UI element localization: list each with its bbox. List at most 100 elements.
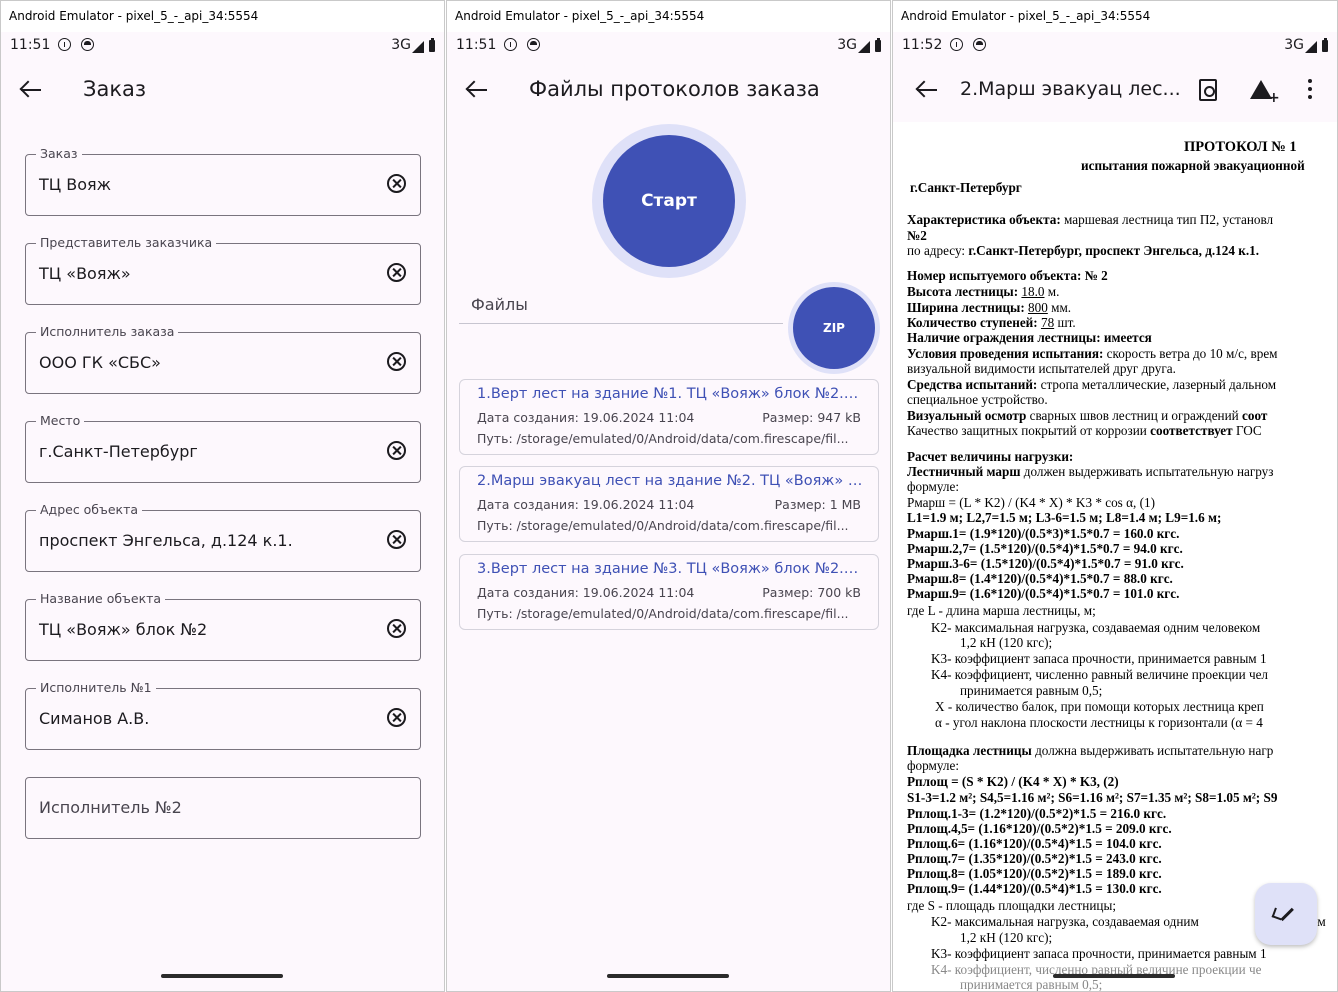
network-label: 3G	[391, 37, 411, 53]
doc-line: формуле:	[907, 758, 959, 773]
doc-line: K3- коэффициент запаса прочности, приним…	[931, 651, 1267, 666]
window-title: Android Emulator - pixel_5_-_api_34:5554	[447, 1, 890, 32]
address-field[interactable]: Адрес объекта проспект Энгельса, д.124 к…	[25, 502, 421, 572]
file-path: Путь: /storage/emulated/0/Android/data/c…	[477, 518, 849, 533]
clear-icon[interactable]	[387, 530, 406, 549]
clear-icon[interactable]	[387, 441, 406, 460]
doc-line: Pмарш = (L * K2) / (K4 * X) * K3 * cos α…	[907, 495, 1155, 510]
status-icons	[504, 38, 540, 51]
status-time: 11:52	[902, 37, 943, 53]
doc-city: г.Санкт-Петербург	[910, 180, 1022, 195]
pdf-page[interactable]: ПРОТОКОЛ № 1 испытания пожарной эвакуаци…	[893, 122, 1337, 991]
zip-button[interactable]: ZIP	[793, 287, 875, 369]
doc-line: K3- коэффициент запаса прочности, приним…	[931, 946, 1267, 961]
doc-line: Ширина лестницы: 800 мм.	[907, 300, 1072, 315]
doc-line: Pмарш.2,7= (1.5*120)/(0.5*4)*1.5*0.7 = 9…	[907, 541, 1183, 556]
doc-line: K2- максимальная нагрузка, создаваемая о…	[931, 914, 1199, 929]
doc-line: Качество защитных покрытий от коррозии с…	[907, 423, 1262, 438]
place-field[interactable]: Место г.Санкт-Петербург	[25, 413, 421, 483]
file-name: 1.Верт лест на здание №1. ТЦ «Вояж» блок…	[477, 386, 867, 402]
doc-line: S1-3=1.2 м²; S4,5=1.16 м²; S6=1.16 м²; S…	[907, 790, 1278, 805]
field-label: Место	[36, 413, 85, 428]
doc-subheading: испытания пожарной эвакуационной	[1081, 158, 1305, 173]
clear-icon[interactable]	[387, 174, 406, 193]
page-title: Заказ	[83, 77, 147, 101]
find-in-page-icon[interactable]	[1199, 79, 1217, 101]
field-label: Представитель заказчика	[36, 235, 217, 250]
file-size: Размер: 1 MB	[774, 497, 861, 512]
back-arrow-icon[interactable]	[915, 80, 939, 100]
field-placeholder: Исполнитель №2	[39, 798, 182, 817]
doc-line: 1,2 кН (120 кгс);	[960, 930, 1053, 945]
back-arrow-icon[interactable]	[465, 80, 489, 100]
doc-line: Pплощ = (S * K2) / (K4 * X) * K3, (2)	[907, 774, 1119, 789]
file-path: Путь: /storage/emulated/0/Android/data/c…	[477, 431, 849, 446]
page-title: Файлы протоколов заказа	[529, 77, 820, 101]
signal-icon	[1305, 41, 1317, 53]
notification-icon	[527, 38, 540, 51]
clear-icon[interactable]	[387, 619, 406, 638]
doc-line: Pмарш.9= (1.6*120)/(0.5*4)*1.5*0.7 = 101…	[907, 586, 1180, 601]
more-vert-icon[interactable]	[1308, 79, 1312, 103]
doc-line: Условия проведения испытания: скорость в…	[907, 346, 1278, 361]
battery-icon	[429, 38, 435, 52]
doc-line: принимается равным 0,5;	[960, 683, 1103, 698]
doc-line: L1=1.9 м; L2,7=1.5 м; L3-6=1.5 м; L8=1.4…	[907, 510, 1222, 525]
order-screen: Android Emulator - pixel_5_-_api_34:5554…	[0, 0, 445, 992]
zip-button-halo: ZIP	[788, 282, 880, 374]
start-button[interactable]: Старт	[603, 135, 735, 267]
field-label: Исполнитель заказа	[36, 324, 179, 339]
executor-2-field[interactable]: Исполнитель №2	[25, 777, 421, 839]
doc-line: Номер испытуемого объекта: № 2	[907, 268, 1108, 283]
info-icon	[58, 38, 71, 51]
network-label: 3G	[1284, 37, 1304, 53]
doc-line: K2- максимальная нагрузка, создаваемая о…	[931, 620, 1261, 635]
clear-icon[interactable]	[387, 708, 406, 727]
field-label: Название объекта	[36, 591, 166, 606]
status-time: 11:51	[456, 37, 497, 53]
file-date: Дата создания: 19.06.2024 11:04	[477, 497, 695, 512]
field-label: Исполнитель №1	[36, 680, 156, 695]
gesture-nav-bar[interactable]	[607, 974, 729, 978]
back-arrow-icon[interactable]	[19, 80, 43, 100]
doc-line: α - угол наклона плоскости лестницы к го…	[935, 715, 1263, 730]
file-size: Размер: 700 kB	[762, 585, 861, 600]
executor-1-field[interactable]: Исполнитель №1 Симанов А.В.	[25, 680, 421, 750]
doc-line: Pмарш.3-6= (1.5*120)/(0.5*4)*1.5*0.7 = 9…	[907, 556, 1184, 571]
status-bar: 11:52 3G	[893, 32, 1337, 60]
edit-pen-icon[interactable]	[1255, 883, 1317, 945]
field-label: Адрес объекта	[36, 502, 143, 517]
doc-heading: ПРОТОКОЛ № 1	[1184, 139, 1297, 155]
pdf-viewer-screen: Android Emulator - pixel_5_-_api_34:5554…	[892, 0, 1338, 992]
doc-line: Pплощ.7= (1.35*120)/(0.5*2)*1.5 = 243.0 …	[907, 851, 1162, 866]
gesture-nav-bar[interactable]	[161, 974, 283, 978]
field-value: ТЦ Вояж	[39, 175, 112, 194]
customer-rep-field[interactable]: Представитель заказчика ТЦ «Вояж»	[25, 235, 421, 305]
start-button-halo: Старт	[592, 124, 746, 278]
clear-icon[interactable]	[387, 352, 406, 371]
notification-icon	[81, 38, 94, 51]
status-bar: 11:51 3G	[1, 32, 444, 60]
doc-line: Наличие ограждения лестницы: имеется	[907, 330, 1152, 345]
plus-icon: +	[1268, 90, 1280, 106]
doc-line: по адресу: г.Санкт-Петербург, проспект Э…	[907, 243, 1260, 258]
doc-line: X - количество балок, при помощи которых…	[935, 699, 1264, 714]
file-card[interactable]: 1.Верт лест на здание №1. ТЦ «Вояж» блок…	[459, 379, 879, 455]
status-bar: 11:51 3G	[447, 32, 890, 60]
doc-line: Pплощ.8= (1.05*120)/(0.5*2)*1.5 = 189.0 …	[907, 866, 1162, 881]
order-field[interactable]: Заказ ТЦ Вояж	[25, 146, 421, 216]
doc-line: Средства испытаний: стропа металлические…	[907, 377, 1277, 392]
file-card[interactable]: 3.Верт лест на здание №3. ТЦ «Вояж» блок…	[459, 554, 879, 630]
file-card[interactable]: 2.Марш эвакуац лест на здание №2. ТЦ «Во…	[459, 466, 879, 542]
object-name-field[interactable]: Название объекта ТЦ «Вояж» блок №2	[25, 591, 421, 661]
file-date: Дата создания: 19.06.2024 11:04	[477, 585, 695, 600]
info-icon	[950, 38, 963, 51]
gesture-nav-bar[interactable]	[1053, 974, 1175, 978]
clear-icon[interactable]	[387, 263, 406, 282]
doc-line: Pплощ.6= (1.16*120)/(0.5*4)*1.5 = 104.0 …	[907, 836, 1162, 851]
file-size: Размер: 947 kB	[762, 410, 861, 425]
status-icons	[950, 38, 986, 51]
contractor-field[interactable]: Исполнитель заказа ООО ГК «СБС»	[25, 324, 421, 394]
notification-icon	[973, 38, 986, 51]
doc-line: K4- коэффициент, численно равный величин…	[931, 667, 1269, 682]
